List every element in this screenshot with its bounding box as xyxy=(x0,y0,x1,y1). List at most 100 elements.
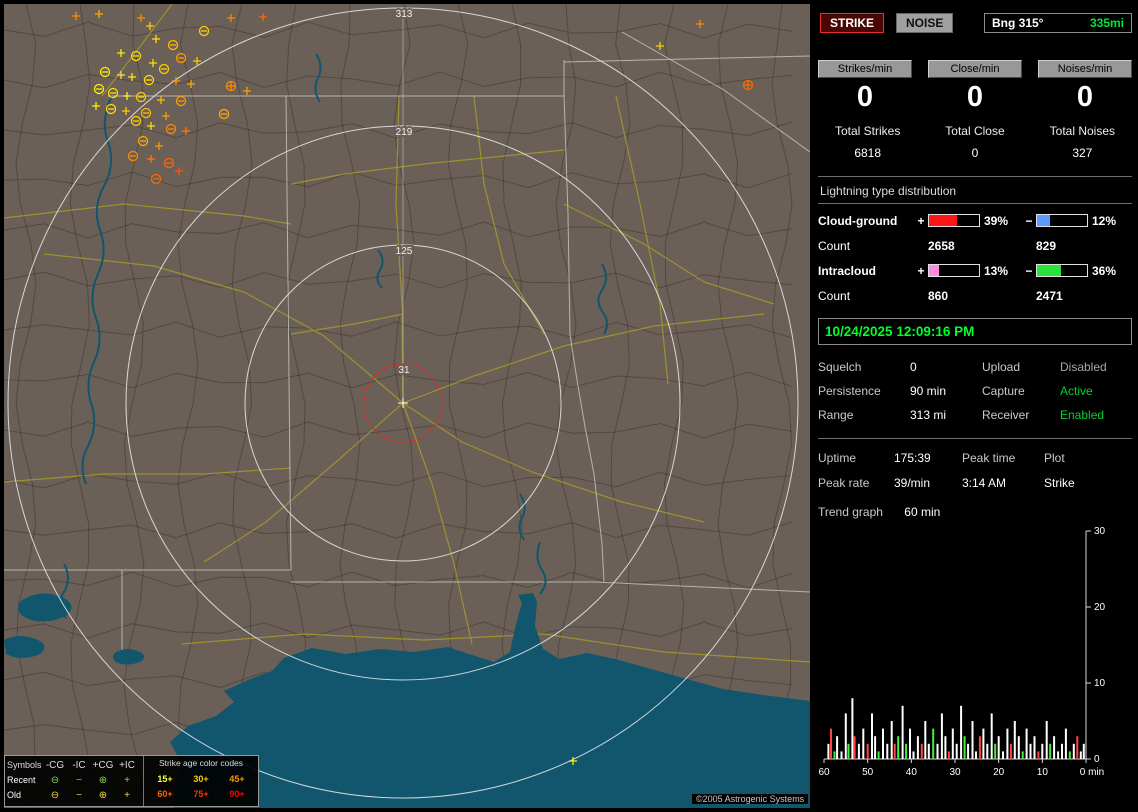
legend-recent-label: Recent xyxy=(7,776,43,785)
range-label: Range xyxy=(818,408,910,422)
legend-col-pos-ic: +IC xyxy=(115,761,139,771)
trend-bar xyxy=(994,744,996,759)
copyright-credit: ©2005 Astrogenic Systems xyxy=(692,794,808,804)
strike-symbol xyxy=(152,35,160,43)
total-close: Total Close 0 xyxy=(925,124,1024,160)
trend-bar xyxy=(841,751,843,759)
age-45: 45+ xyxy=(219,775,255,784)
strike-symbol xyxy=(139,137,148,146)
strike-symbol xyxy=(227,82,236,91)
strike-symbol xyxy=(122,107,130,115)
legend-col-pos-cg: +CG xyxy=(91,761,115,771)
strike-toggle-button[interactable]: STRIKE xyxy=(820,13,884,33)
circle-plus-icon: ⊕ xyxy=(91,776,115,786)
strike-symbol xyxy=(147,122,155,130)
trend-xtick-label: 20 xyxy=(993,767,1005,778)
legend-age-table: Strike age color codes 15+ 30+ 45+ 60+ 7… xyxy=(144,756,258,806)
strike-symbol xyxy=(200,27,209,36)
legend-symbols-header: Symbols xyxy=(7,761,43,770)
strike-symbol xyxy=(169,41,178,50)
trend-ytick-label: 0 xyxy=(1094,754,1100,765)
count-label: Count xyxy=(818,289,914,303)
strike-map[interactable]: 31321912531 Symbols -CG -IC +CG +IC Rece… xyxy=(4,4,810,808)
trend-bar xyxy=(830,728,832,758)
squelch-label: Squelch xyxy=(818,360,910,374)
trend-bar xyxy=(944,736,946,759)
road xyxy=(4,204,291,224)
strike-symbol xyxy=(175,167,183,175)
trend-bar xyxy=(834,751,836,759)
strike-symbol xyxy=(162,112,170,120)
rate-labels-row: Strikes/min Close/min Noises/min xyxy=(818,60,1132,78)
road xyxy=(291,314,403,334)
trend-bar xyxy=(1018,736,1020,759)
nexstorm-app-window: { "credit": "©2005 Astrogenic Systems", … xyxy=(0,0,1138,812)
info-panel: STRIKE NOISE Bng 315° 335mi Strikes/min … xyxy=(812,0,1138,812)
road xyxy=(564,204,774,304)
close-per-min-label: Close/min xyxy=(928,60,1022,78)
legend-col-neg-ic: -IC xyxy=(67,761,91,771)
trend-bar xyxy=(964,736,966,759)
ic-negative-count: 2471 xyxy=(1022,289,1122,303)
strike-symbol xyxy=(123,92,131,100)
cg-negative-pct: 12% xyxy=(1088,214,1122,228)
trend-xtick-label: 40 xyxy=(906,767,918,778)
trend-bar xyxy=(905,744,907,759)
trend-bar xyxy=(941,713,943,759)
minus-icon: − xyxy=(67,791,91,801)
totals-row: Total Strikes 6818 Total Close 0 Total N… xyxy=(818,124,1132,160)
strike-symbol xyxy=(177,97,186,106)
cg-negative-bar xyxy=(1036,214,1088,227)
strike-symbol xyxy=(744,81,753,90)
age-90: 90+ xyxy=(219,790,255,799)
upload-label: Upload xyxy=(982,360,1060,374)
trend-bar xyxy=(1002,751,1004,759)
trend-bar xyxy=(975,751,977,759)
bearing-label: Bng 315° xyxy=(992,16,1043,30)
trend-bar xyxy=(848,744,850,759)
age-75: 75+ xyxy=(183,790,219,799)
trend-bar xyxy=(909,728,911,758)
cg-positive-pct: 39% xyxy=(980,214,1022,228)
gulf-water xyxy=(18,593,72,621)
ic-negative-pct: 36% xyxy=(1088,264,1122,278)
trend-bar xyxy=(982,728,984,758)
trend-bar xyxy=(827,744,829,759)
trend-ytick-label: 10 xyxy=(1094,678,1106,689)
strike-symbol xyxy=(128,73,136,81)
age-30: 30+ xyxy=(183,775,219,784)
trend-bar xyxy=(986,744,988,759)
river xyxy=(315,54,320,102)
datetime-display: 10/24/2025 12:09:16 PM xyxy=(818,318,1132,345)
trend-bar xyxy=(948,751,950,759)
trend-bar xyxy=(1026,728,1028,758)
ic-positive-pct: 13% xyxy=(980,264,1022,278)
squelch-value: 0 xyxy=(910,360,982,374)
noises-per-min-value: 0 xyxy=(1038,82,1132,114)
road xyxy=(182,634,810,662)
trend-graph-window: 60 min xyxy=(904,505,940,519)
strike-symbol xyxy=(145,76,154,85)
trend-ytick-label: 30 xyxy=(1094,526,1106,537)
river xyxy=(377,250,382,288)
cg-positive-count: 2658 xyxy=(914,239,1022,253)
ring-label: 125 xyxy=(396,246,413,257)
legend-old-label: Old xyxy=(7,791,43,800)
trend-bar xyxy=(874,736,876,759)
strike-symbol xyxy=(165,159,174,168)
total-noises: Total Noises 327 xyxy=(1033,124,1132,160)
count-label: Count xyxy=(818,239,914,253)
trend-graph: 01020306050403020100 min xyxy=(818,523,1136,781)
noise-toggle-button[interactable]: NOISE xyxy=(896,13,953,33)
circle-plus-icon: ⊕ xyxy=(91,791,115,801)
legend-col-neg-cg: -CG xyxy=(43,761,67,771)
trend-bar xyxy=(878,751,880,759)
ic-negative-bar xyxy=(1036,264,1088,277)
trend-bar xyxy=(858,744,860,759)
bearing-readout: Bng 315° 335mi xyxy=(984,13,1132,33)
uptime-value: 175:39 xyxy=(894,451,962,465)
trend-bar xyxy=(854,736,856,759)
total-noises-value: 327 xyxy=(1033,146,1132,160)
trend-bar xyxy=(991,713,993,759)
peak-rate-label: Peak rate xyxy=(818,476,894,490)
